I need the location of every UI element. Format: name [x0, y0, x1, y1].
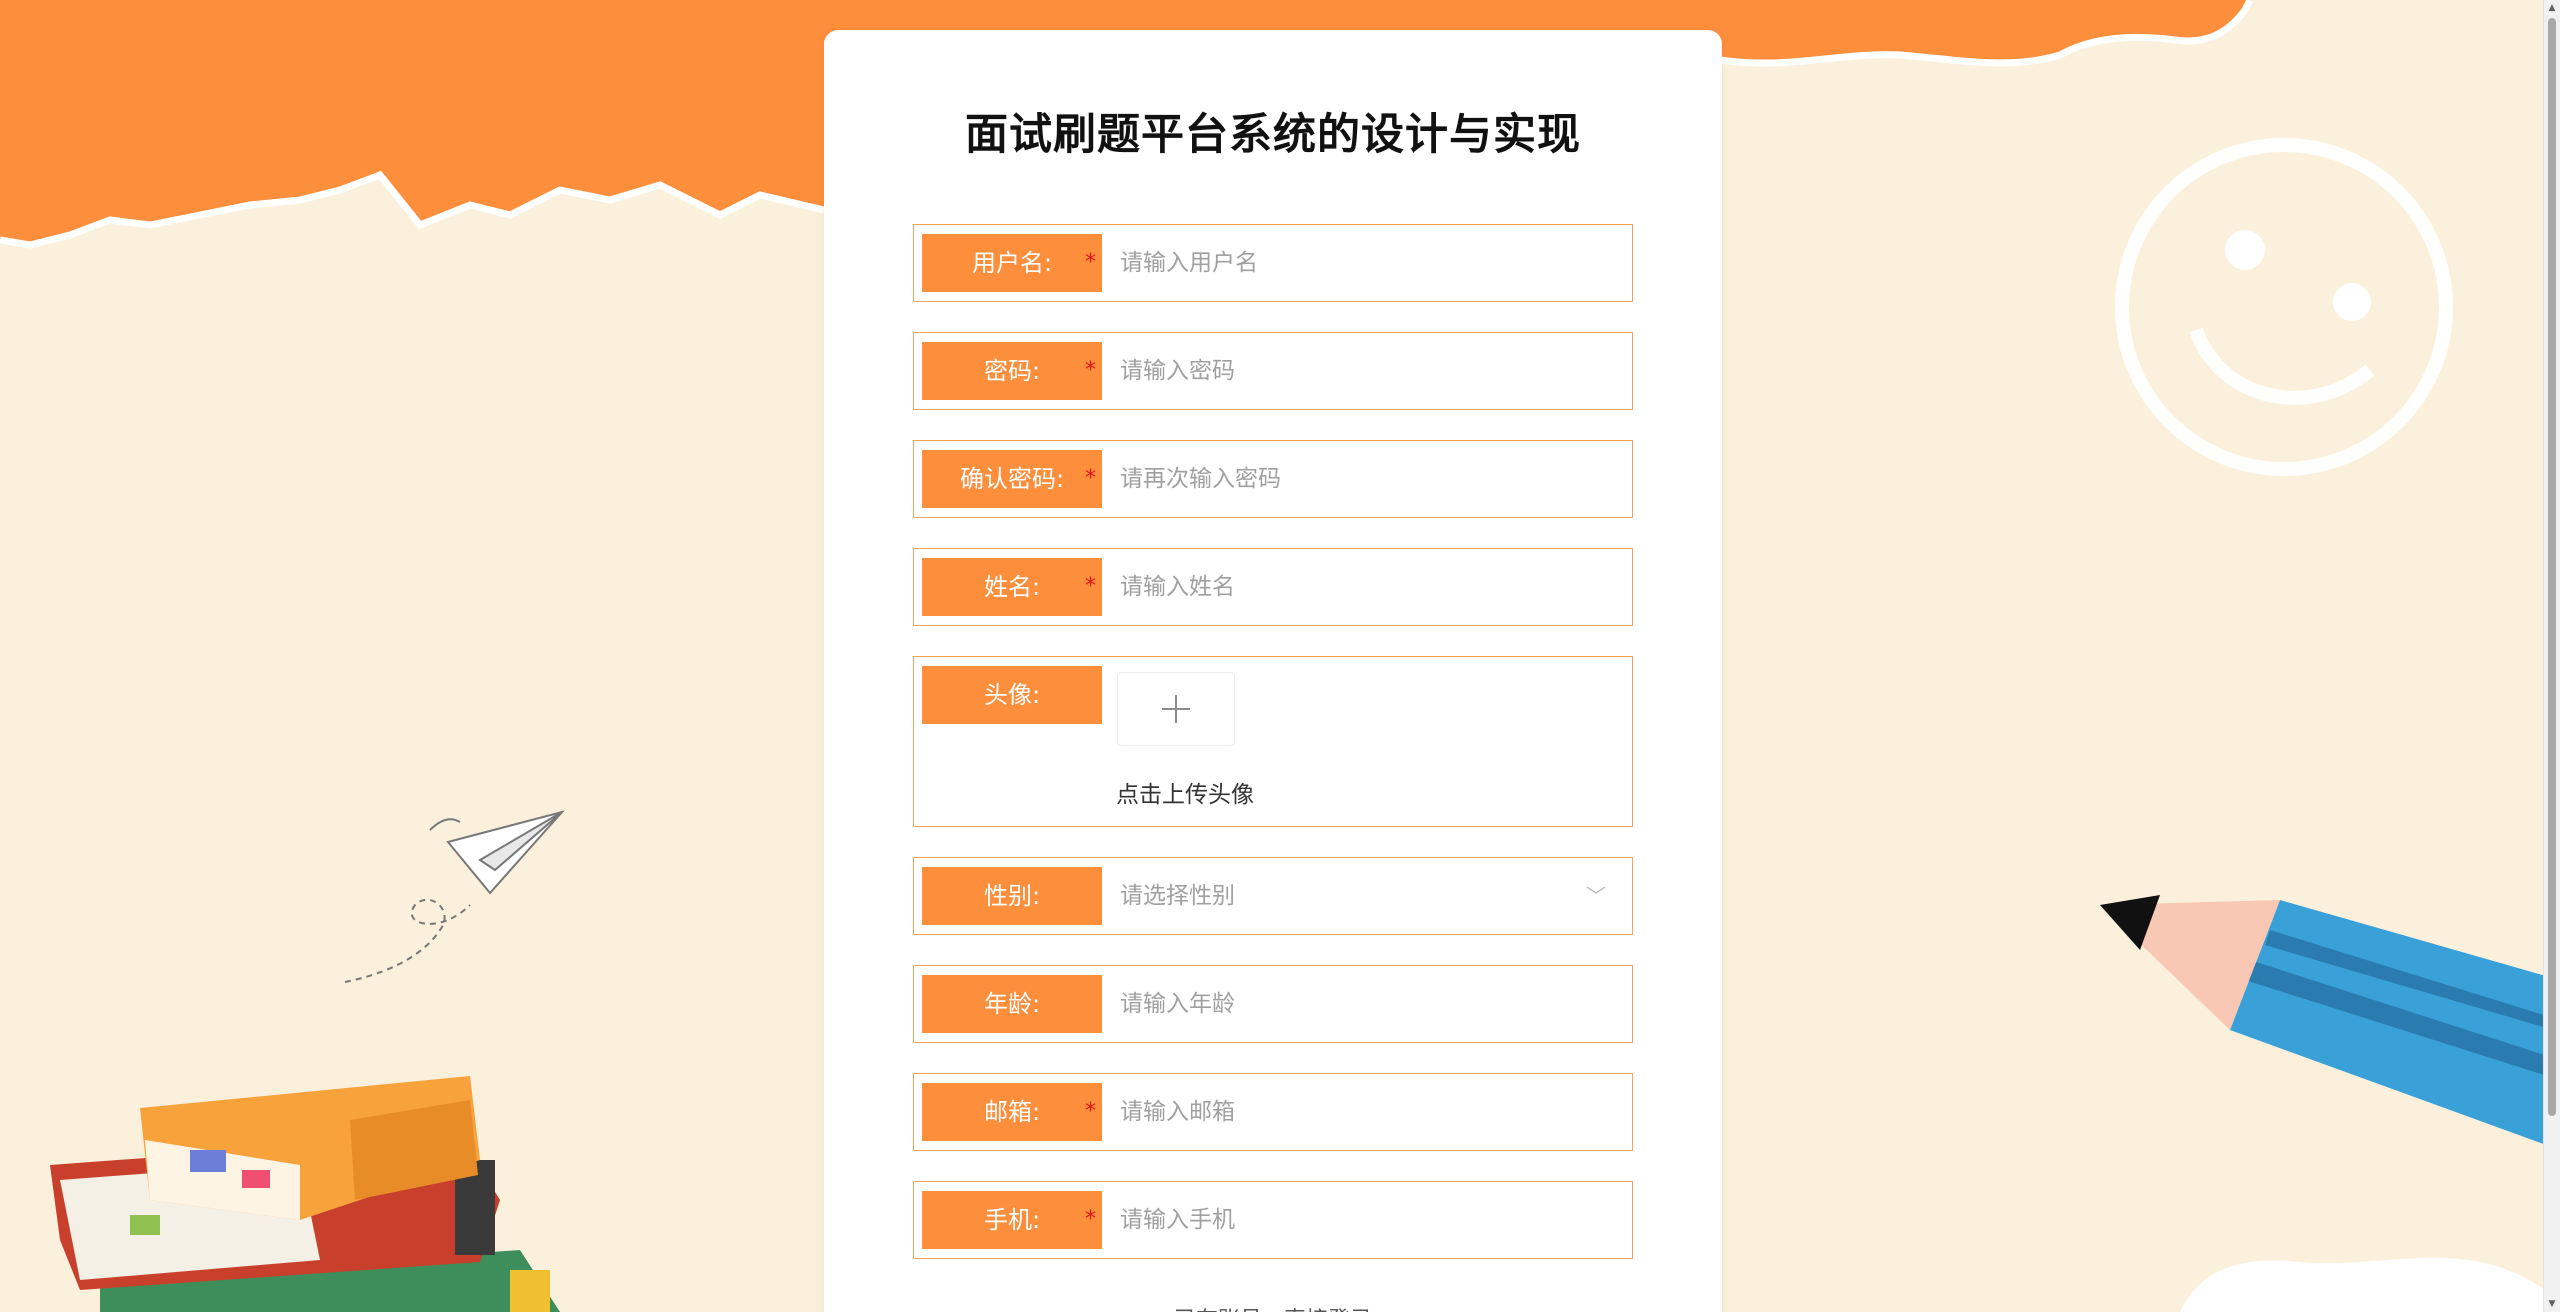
password-input[interactable]: [1112, 342, 1612, 400]
age-label-text: 年龄:: [983, 990, 1041, 1018]
age-row: 年龄:: [913, 965, 1633, 1043]
register-card: 面试刷题平台系统的设计与实现 用户名: * 密码: * 确认密码: * 姓名: …: [824, 30, 1722, 1312]
phone-input[interactable]: [1112, 1191, 1612, 1249]
username-row: 用户名: *: [913, 224, 1633, 302]
email-label: 邮箱: *: [922, 1083, 1102, 1141]
required-mark: *: [1085, 358, 1096, 383]
gender-row: 性别: 请选择性别 ﹀: [913, 857, 1633, 935]
gender-select[interactable]: 请选择性别 ﹀: [1112, 867, 1622, 925]
avatar-label-text: 头像:: [983, 681, 1041, 709]
name-input[interactable]: [1112, 558, 1612, 616]
required-mark: *: [1085, 250, 1096, 275]
gender-label: 性别:: [922, 867, 1102, 925]
email-label-text: 邮箱:: [983, 1098, 1041, 1126]
password-label-text: 密码:: [983, 357, 1041, 385]
smiley-doodle: [2115, 138, 2453, 476]
phone-label-text: 手机:: [983, 1206, 1041, 1234]
confirm-password-row: 确认密码: *: [913, 440, 1633, 518]
required-mark: *: [1085, 574, 1096, 599]
confirm-password-label-text: 确认密码:: [959, 465, 1065, 493]
scroll-down-arrow-icon[interactable]: ▼: [2544, 1296, 2560, 1312]
avatar-upload-button[interactable]: [1117, 672, 1235, 746]
username-label: 用户名: *: [922, 234, 1102, 292]
avatar-upload-hint: 点击上传头像: [1116, 782, 1254, 808]
email-input[interactable]: [1112, 1083, 1612, 1141]
required-mark: *: [1085, 1207, 1096, 1232]
age-input[interactable]: [1112, 975, 1612, 1033]
avatar-row: 头像: 点击上传头像: [913, 656, 1633, 827]
plus-icon: [1162, 695, 1190, 723]
name-label: 姓名: *: [922, 558, 1102, 616]
gender-label-text: 性别:: [983, 882, 1041, 910]
confirm-password-input[interactable]: [1112, 450, 1612, 508]
scroll-up-arrow-icon[interactable]: ▲: [2544, 0, 2560, 16]
phone-row: 手机: *: [913, 1181, 1633, 1259]
gender-select-placeholder: 请选择性别: [1120, 883, 1235, 909]
chevron-down-icon: ﹀: [1586, 884, 1606, 908]
avatar-label: 头像:: [922, 666, 1102, 724]
pencil: [2100, 895, 2560, 1150]
required-mark: *: [1085, 1099, 1096, 1124]
name-label-text: 姓名:: [983, 573, 1041, 601]
password-row: 密码: *: [913, 332, 1633, 410]
vertical-scrollbar[interactable]: ▲ ▼: [2543, 0, 2560, 1312]
scroll-thumb[interactable]: [2548, 18, 2556, 1116]
password-label: 密码: *: [922, 342, 1102, 400]
username-input[interactable]: [1112, 234, 1612, 292]
confirm-password-label: 确认密码: *: [922, 450, 1102, 508]
name-row: 姓名: *: [913, 548, 1633, 626]
required-mark: *: [1085, 466, 1096, 491]
page-title: 面试刷题平台系统的设计与实现: [965, 110, 1581, 160]
phone-label: 手机: *: [922, 1191, 1102, 1249]
age-label: 年龄:: [922, 975, 1102, 1033]
username-label-text: 用户名:: [971, 249, 1053, 277]
email-row: 邮箱: *: [913, 1073, 1633, 1151]
books-stack: [50, 1076, 560, 1312]
login-link[interactable]: 已有账号，直接登录: [824, 1302, 1722, 1312]
paper-plane: [446, 810, 565, 895]
